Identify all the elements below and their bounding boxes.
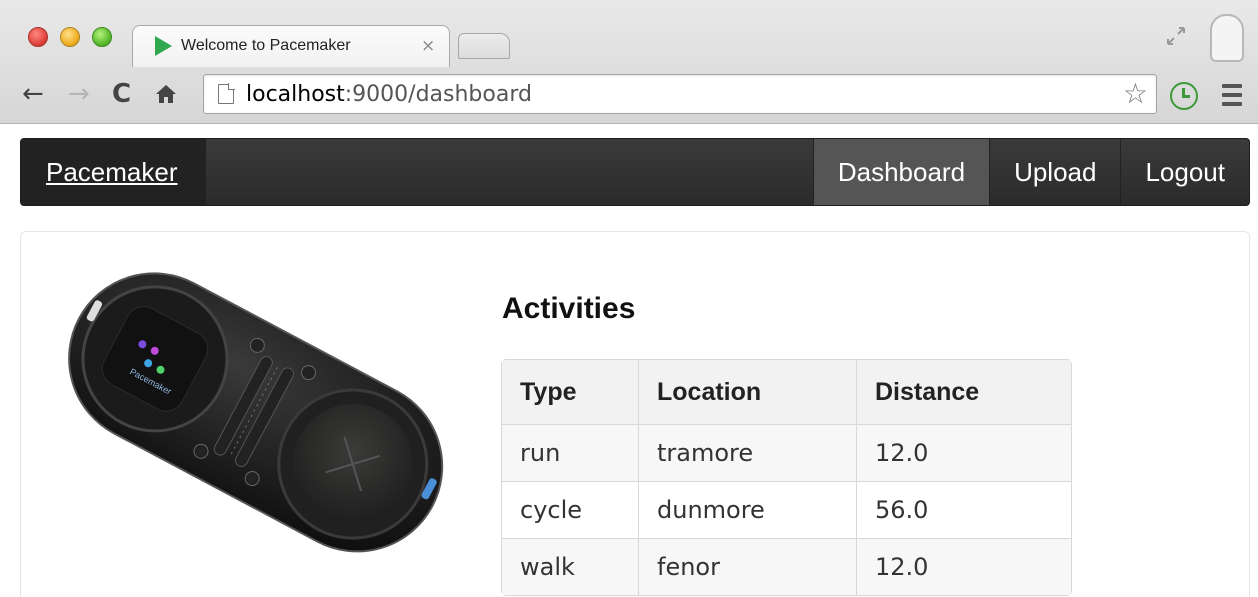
browser-toolbar: ← → C localhost:9000/dashboard ☆ <box>0 68 1258 124</box>
cell-distance: 12.0 <box>857 538 1071 595</box>
fullscreen-icon[interactable] <box>1164 24 1188 48</box>
cell-type: cycle <box>502 481 639 538</box>
cell-type: run <box>502 424 639 481</box>
table-row: cycle dunmore 56.0 <box>502 481 1071 538</box>
brand-link[interactable]: Pacemaker <box>21 139 206 205</box>
activities-heading: Activities <box>502 292 636 325</box>
column-header-distance: Distance <box>857 360 1071 424</box>
column-header-location: Location <box>639 360 857 424</box>
play-favicon-icon <box>155 36 172 56</box>
star-icon[interactable]: ☆ <box>1123 78 1148 110</box>
activities-table: Type Location Distance run tramore 12.0 … <box>501 359 1072 596</box>
history-clock-icon[interactable] <box>1170 82 1198 110</box>
browser-tab[interactable]: Welcome to Pacemaker × <box>132 25 450 67</box>
new-tab-button[interactable] <box>458 33 510 59</box>
cell-location: dunmore <box>639 481 857 538</box>
maximize-window-button[interactable] <box>92 27 112 47</box>
table-row: walk fenor 12.0 <box>502 538 1071 595</box>
home-icon[interactable] <box>154 78 178 114</box>
cell-distance: 56.0 <box>857 481 1071 538</box>
reload-icon[interactable]: C <box>112 78 131 110</box>
address-bar[interactable]: localhost:9000/dashboard ☆ <box>203 74 1157 114</box>
profile-icon[interactable] <box>1210 14 1244 62</box>
cell-location: fenor <box>639 538 857 595</box>
browser-chrome: Welcome to Pacemaker × ← → C localhost:9… <box>0 0 1258 124</box>
cell-type: walk <box>502 538 639 595</box>
menu-icon[interactable] <box>1222 84 1242 106</box>
close-window-button[interactable] <box>28 27 48 47</box>
nav-upload[interactable]: Upload <box>989 139 1120 205</box>
minimize-window-button[interactable] <box>60 27 80 47</box>
url-text[interactable]: localhost:9000/dashboard <box>246 82 532 107</box>
table-row: run tramore 12.0 <box>502 424 1071 481</box>
page-icon <box>218 83 235 104</box>
column-header-type: Type <box>502 360 639 424</box>
nav-menu: Dashboard Upload Logout <box>812 139 1249 205</box>
cell-distance: 12.0 <box>857 424 1071 481</box>
nav-dashboard[interactable]: Dashboard <box>812 139 990 205</box>
table-header-row: Type Location Distance <box>502 360 1071 424</box>
back-arrow-icon[interactable]: ← <box>22 78 44 110</box>
forward-arrow-icon[interactable]: → <box>68 78 90 110</box>
tab-close-icon[interactable]: × <box>421 36 435 56</box>
cell-location: tramore <box>639 424 857 481</box>
site-navbar: Pacemaker Dashboard Upload Logout <box>20 138 1250 206</box>
nav-logout[interactable]: Logout <box>1120 139 1249 205</box>
pacemaker-device-image: Pacemaker <box>68 272 444 553</box>
tab-title: Welcome to Pacemaker <box>181 37 351 54</box>
